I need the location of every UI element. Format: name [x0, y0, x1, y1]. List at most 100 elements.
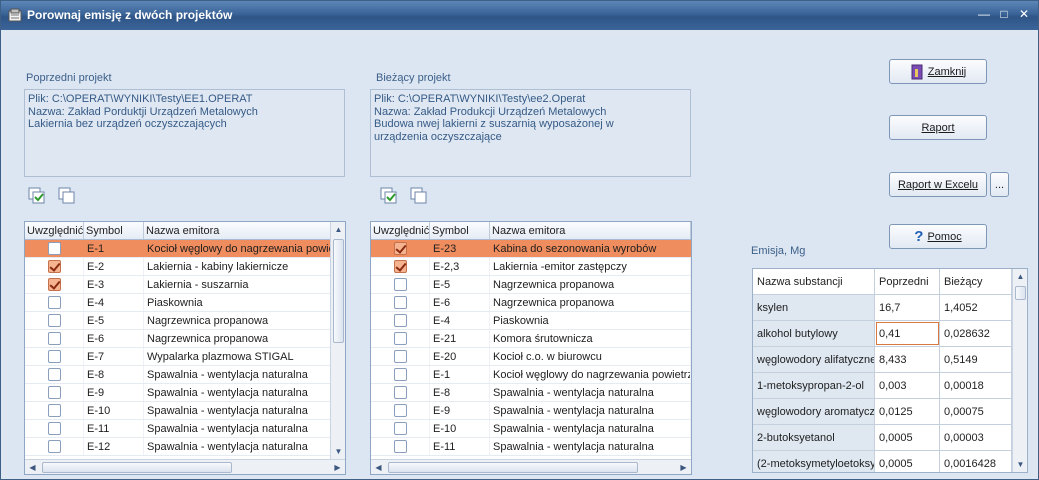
emission-vscroll-thumb[interactable]	[1015, 286, 1026, 300]
prev-vscroll[interactable]: ▲ ▼	[330, 222, 345, 459]
include-checkbox[interactable]	[47, 332, 61, 345]
check-all-icon[interactable]	[380, 187, 398, 205]
emitter-row[interactable]: E-1Kocioł węglowy do nagrzewania powietr…	[371, 366, 691, 384]
emission-row[interactable]: węglowodory alifatyczne 8,433 0,5149	[753, 347, 1027, 373]
emission-table[interactable]: Nazwa substancji Poprzedni Bieżący ksyle…	[752, 268, 1028, 473]
include-checkbox[interactable]	[47, 242, 61, 255]
emitter-row[interactable]: E-6 Nagrzewnica propanowa	[371, 294, 691, 312]
scroll-up-icon[interactable]: ▲	[1013, 269, 1027, 284]
emitter-row[interactable]: E-8 Spawalnia - wentylacja naturalna	[25, 366, 331, 384]
current-value[interactable]: 0,028632	[940, 321, 1012, 346]
emitter-row[interactable]: E-10 Spawalnia - wentylacja naturalna	[25, 402, 331, 420]
uncheck-all-icon[interactable]	[58, 187, 76, 205]
include-checkbox[interactable]	[393, 350, 407, 363]
previous-value[interactable]: 0,0125	[875, 399, 940, 424]
emission-row[interactable]: węglowodory aromatyczne 0,0125 0,00075	[753, 399, 1027, 425]
previous-value[interactable]: 8,433	[875, 347, 940, 372]
emitter-row[interactable]: E-11 Spawalnia - wentylacja naturalna	[25, 420, 331, 438]
title-bar[interactable]: Porownaj emisję z dwóch projektów — □ ✕	[1, 1, 1038, 30]
include-checkbox[interactable]	[47, 386, 61, 399]
close-button[interactable]: Zamknij	[889, 59, 987, 84]
scroll-left-icon[interactable]: ◀	[25, 460, 40, 474]
prev-emitters-grid[interactable]: Uwzględnić Symbol Nazwa emitora E-1 Kocio…	[24, 221, 346, 475]
include-checkbox[interactable]	[47, 260, 61, 273]
emission-row[interactable]: 2-butoksyetanol 0,0005 0,00003	[753, 425, 1027, 451]
close-icon[interactable]: ✕	[1017, 7, 1031, 21]
scroll-right-icon[interactable]: ▶	[330, 460, 345, 474]
emitter-row[interactable]: E-5 Nagrzewnica propanowa	[25, 312, 331, 330]
emitter-row[interactable]: E-5 Nagrzewnica propanowa	[371, 276, 691, 294]
scroll-up-icon[interactable]: ▲	[331, 222, 345, 237]
help-button[interactable]: ? Pomoc	[889, 224, 987, 249]
current-value[interactable]: 1,4052	[940, 295, 1012, 320]
include-checkbox[interactable]	[393, 440, 407, 453]
scroll-left-icon[interactable]: ◀	[371, 460, 386, 474]
emitter-row[interactable]: E-12 Spawalnia - wentylacja naturalna	[25, 438, 331, 456]
curr-emitters-grid[interactable]: Uwzględnić Symbol Nazwa emitora E-23 Kabi…	[370, 221, 692, 475]
previous-value[interactable]: 0,003	[875, 373, 940, 398]
emitter-row[interactable]: E-10 Spawalnia - wentylacja naturalna	[371, 420, 691, 438]
include-checkbox[interactable]	[393, 332, 407, 345]
current-value[interactable]: 0,00003	[940, 425, 1012, 450]
col-header-include[interactable]: Uwzględnić	[371, 222, 430, 239]
include-checkbox[interactable]	[393, 260, 407, 273]
col-header-previous[interactable]: Poprzedni	[875, 269, 940, 294]
previous-value[interactable]: 0,0005	[875, 451, 940, 472]
emitter-row[interactable]: E-2,3 Lakiernia -emitor zastępczy	[371, 258, 691, 276]
col-header-include[interactable]: Uwzględnić	[25, 222, 84, 239]
include-checkbox[interactable]	[47, 314, 61, 327]
emitter-row[interactable]: E-6 Nagrzewnica propanowa	[25, 330, 331, 348]
current-value[interactable]: 0,00075	[940, 399, 1012, 424]
emission-row[interactable]: ksylen 16,7 1,4052	[753, 295, 1027, 321]
col-header-name[interactable]: Nazwa emitora	[144, 222, 331, 239]
col-header-symbol[interactable]: Symbol	[84, 222, 144, 239]
report-button[interactable]: Raport	[889, 115, 987, 140]
emitter-row[interactable]: E-9 Spawalnia - wentylacja naturalna	[25, 384, 331, 402]
col-header-current[interactable]: Bieżący	[940, 269, 1012, 294]
include-checkbox[interactable]	[47, 404, 61, 417]
emitter-row[interactable]: E-2 Lakiernia - kabiny lakiernicze	[25, 258, 331, 276]
prev-hscroll[interactable]: ◀ ▶	[25, 459, 345, 474]
emitter-row[interactable]: E-4 Piaskownia	[371, 312, 691, 330]
include-checkbox[interactable]	[393, 242, 407, 255]
curr-hscroll-thumb[interactable]	[388, 462, 638, 473]
emission-row[interactable]: (2-metoksymetyloetoksy)propanol0,00050,0…	[753, 451, 1027, 472]
emitter-row[interactable]: E-7 Wypalarka plazmowa STIGAL	[25, 348, 331, 366]
scroll-right-icon[interactable]: ▶	[676, 460, 691, 474]
curr-hscroll[interactable]: ◀ ▶	[371, 459, 691, 474]
minimize-icon[interactable]: —	[977, 7, 991, 21]
emitter-row[interactable]: E-8 Spawalnia - wentylacja naturalna	[371, 384, 691, 402]
include-checkbox[interactable]	[393, 368, 407, 381]
maximize-icon[interactable]: □	[997, 7, 1011, 21]
include-checkbox[interactable]	[47, 296, 61, 309]
include-checkbox[interactable]	[393, 314, 407, 327]
scroll-down-icon[interactable]: ▼	[1013, 457, 1027, 472]
current-value[interactable]: 0,00018	[940, 373, 1012, 398]
current-value[interactable]: 0,0016428	[940, 451, 1012, 472]
emitter-row[interactable]: E-20 Kocioł c.o. w biurowcu	[371, 348, 691, 366]
include-checkbox[interactable]	[393, 296, 407, 309]
emission-row[interactable]: 1-metoksypropan-2-ol 0,003 0,00018	[753, 373, 1027, 399]
excel-report-button[interactable]: Raport w Excelu	[889, 172, 987, 197]
more-options-button[interactable]: ...	[990, 172, 1009, 197]
prev-hscroll-thumb[interactable]	[42, 462, 232, 473]
prev-vscroll-thumb[interactable]	[333, 239, 344, 343]
emission-row[interactable]: alkohol butylowy 0,41 0,028632	[753, 321, 1027, 347]
emitter-row[interactable]: E-3 Lakiernia - suszarnia	[25, 276, 331, 294]
check-all-icon[interactable]	[28, 187, 46, 205]
uncheck-all-icon[interactable]	[410, 187, 428, 205]
emission-vscroll[interactable]: ▲ ▼	[1012, 269, 1027, 472]
current-value[interactable]: 0,5149	[940, 347, 1012, 372]
col-header-name[interactable]: Nazwa emitora	[490, 222, 691, 239]
col-header-substance[interactable]: Nazwa substancji	[753, 269, 875, 294]
include-checkbox[interactable]	[47, 422, 61, 435]
scroll-down-icon[interactable]: ▼	[331, 444, 345, 459]
include-checkbox[interactable]	[47, 368, 61, 381]
include-checkbox[interactable]	[393, 386, 407, 399]
include-checkbox[interactable]	[47, 350, 61, 363]
emitter-row[interactable]: E-4 Piaskownia	[25, 294, 331, 312]
previous-value[interactable]: 0,0005	[875, 425, 940, 450]
emitter-row[interactable]: E-21 Komora śrutownicza	[371, 330, 691, 348]
include-checkbox[interactable]	[393, 278, 407, 291]
include-checkbox[interactable]	[393, 404, 407, 417]
